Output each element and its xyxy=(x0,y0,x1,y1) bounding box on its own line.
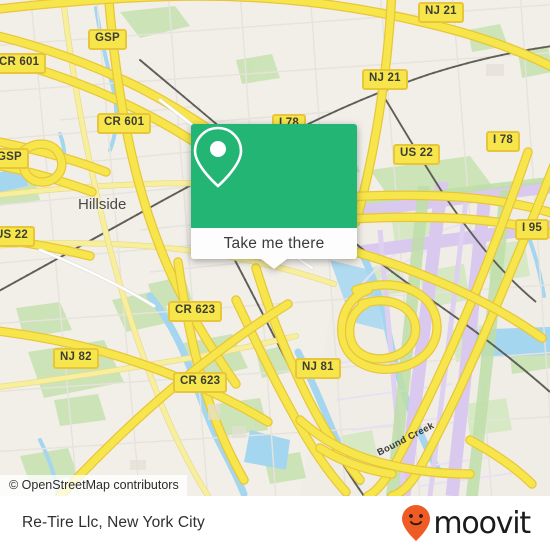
map-screenshot: .mw{fill:none;stroke:#f7e64b;stroke-widt… xyxy=(0,0,550,550)
road-shield: NJ 82 xyxy=(53,348,99,369)
moovit-wordmark: moovit xyxy=(433,505,531,541)
location-popup-card[interactable]: Take me there xyxy=(191,124,357,269)
moovit-brand[interactable]: moovit xyxy=(401,504,531,542)
road-shield: GSP xyxy=(88,29,127,50)
road-shield: NJ 21 xyxy=(362,69,408,90)
moovit-pin-icon xyxy=(402,505,431,541)
road-shield: CR 623 xyxy=(173,372,228,393)
take-me-there-button[interactable]: Take me there xyxy=(191,228,357,259)
map-pin-icon xyxy=(193,126,243,188)
road-shield: GSP xyxy=(0,148,29,169)
location-title: Re-Tire Llc, New York City xyxy=(22,514,205,531)
map-canvas[interactable]: .mw{fill:none;stroke:#f7e64b;stroke-widt… xyxy=(0,0,550,496)
popup-pointer xyxy=(261,259,287,269)
road-shield: NJ 81 xyxy=(295,358,341,379)
take-me-there-label: Take me there xyxy=(223,234,325,252)
road-shield: CR 601 xyxy=(0,53,47,74)
road-shield: NJ 21 xyxy=(418,2,464,23)
road-shield: CR 601 xyxy=(97,113,152,134)
road-shield: I 78 xyxy=(486,131,520,152)
road-shield: US 22 xyxy=(393,144,440,165)
footer-bar: Re-Tire Llc, New York City moovit xyxy=(0,496,550,550)
place-label-hillside: Hillside xyxy=(78,196,127,213)
road-shield: I 95 xyxy=(515,219,549,240)
road-shield: CR 623 xyxy=(168,301,223,322)
popup-pin-area xyxy=(191,124,357,228)
osm-attribution[interactable]: © OpenStreetMap contributors xyxy=(0,475,187,496)
road-shield: US 22 xyxy=(0,226,35,247)
